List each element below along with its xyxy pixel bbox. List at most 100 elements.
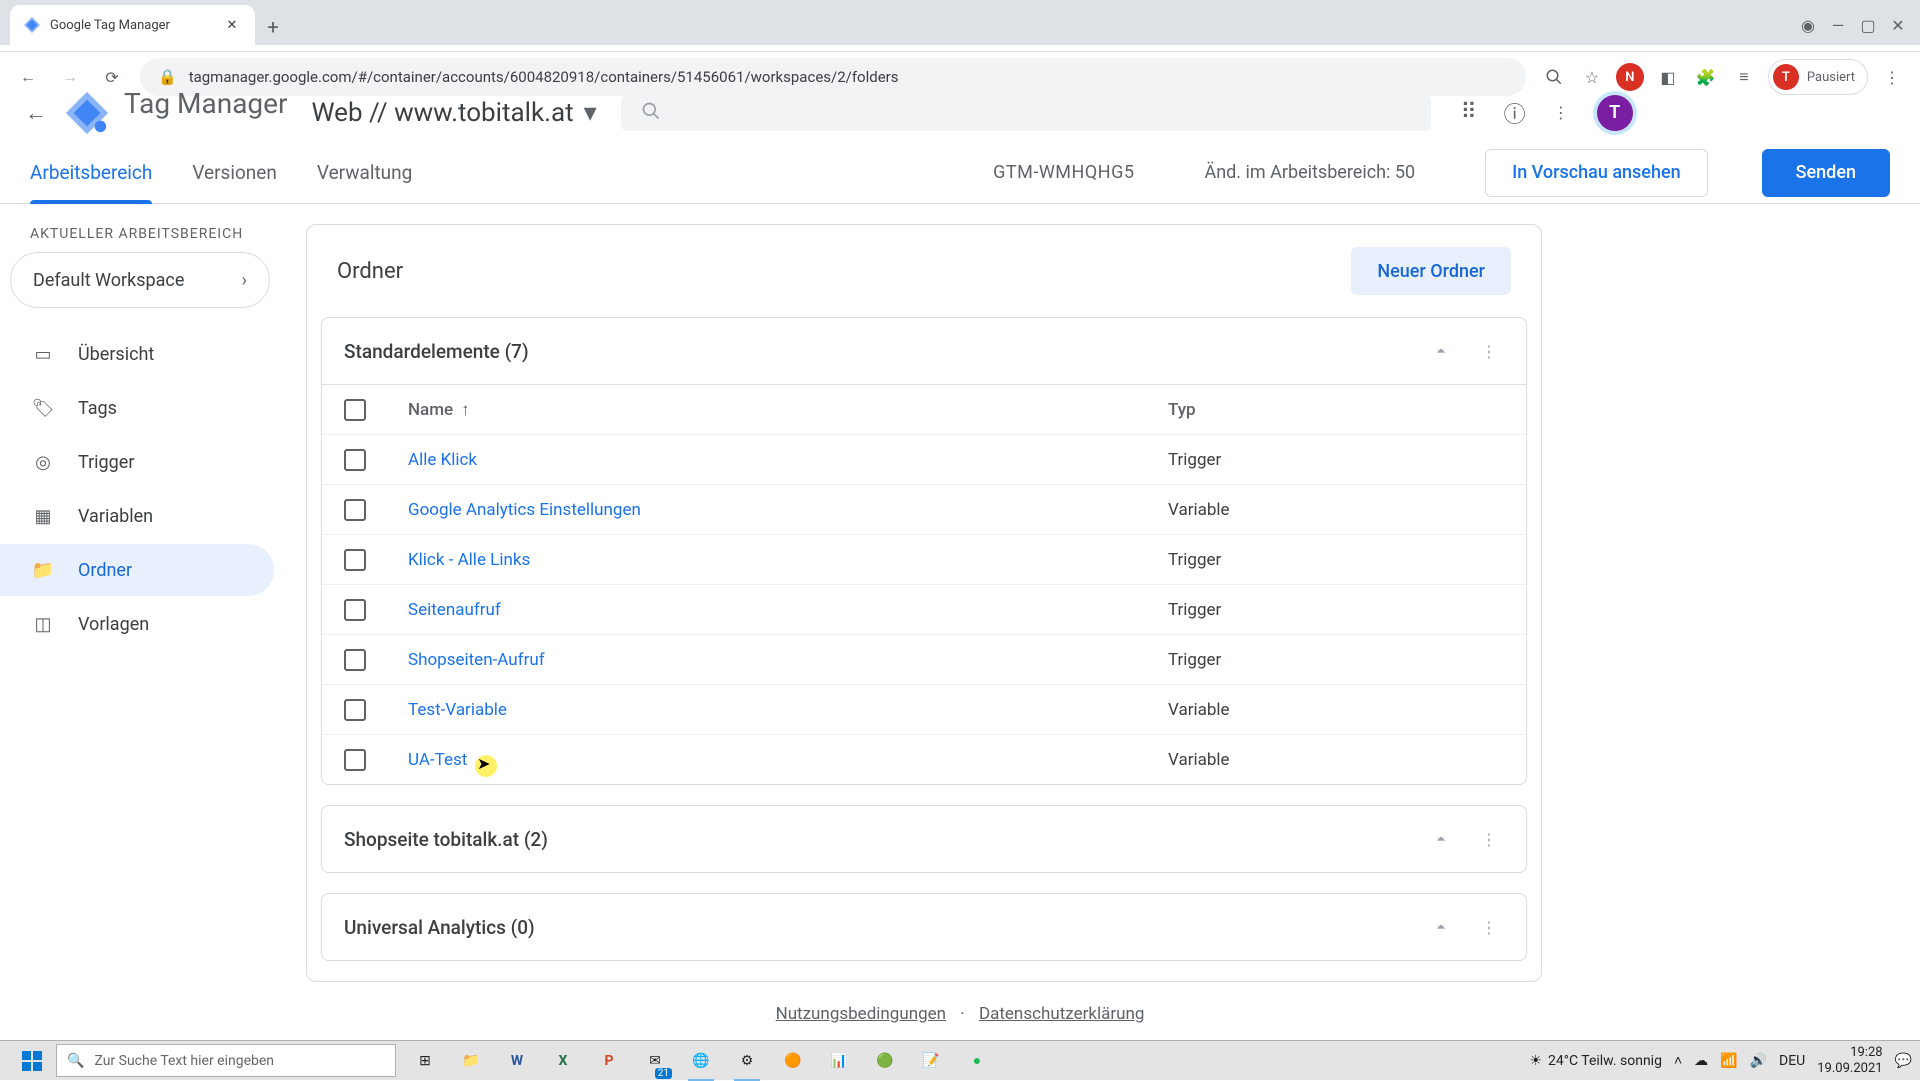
sidebar-item-tags[interactable]: 🏷 Tags: [0, 382, 274, 434]
tab-versions[interactable]: Versionen: [192, 142, 277, 204]
table-row[interactable]: Alle KlickTrigger: [322, 434, 1526, 484]
tab-admin[interactable]: Verwaltung: [317, 142, 412, 204]
folder-header[interactable]: Universal Analytics (0) ⋮: [322, 894, 1526, 960]
url-input[interactable]: 🔒 tagmanager.google.com/#/container/acco…: [140, 58, 1526, 96]
kebab-icon[interactable]: ⋮: [1474, 824, 1504, 854]
tab-workspace[interactable]: Arbeitsbereich: [30, 142, 152, 204]
collapse-icon[interactable]: [1426, 336, 1456, 366]
chrome-icon[interactable]: 🌐: [680, 1041, 722, 1081]
expand-icon[interactable]: [1426, 824, 1456, 854]
volume-icon[interactable]: 🔊: [1750, 1053, 1767, 1069]
expand-icon[interactable]: [1426, 912, 1456, 942]
send-button[interactable]: Senden: [1762, 149, 1890, 197]
clock[interactable]: 19:28 19.09.2021: [1817, 1045, 1882, 1076]
explorer-icon[interactable]: 📁: [450, 1041, 492, 1081]
table-row[interactable]: SeitenaufrufTrigger: [322, 584, 1526, 634]
network-icon[interactable]: 📶: [1720, 1053, 1737, 1069]
table-row[interactable]: Test-VariableVariable: [322, 684, 1526, 734]
back-arrow-icon[interactable]: ←: [22, 99, 50, 127]
app-icon[interactable]: 📊: [818, 1041, 860, 1081]
privacy-link[interactable]: Datenschutzerklärung: [979, 1004, 1144, 1024]
minimize-icon[interactable]: —: [1824, 11, 1852, 39]
start-button[interactable]: [8, 1041, 56, 1081]
notepad-icon[interactable]: 📝: [910, 1041, 952, 1081]
spotify-icon[interactable]: ●: [956, 1041, 998, 1081]
row-checkbox[interactable]: [344, 449, 366, 471]
folder-header[interactable]: Shopseite tobitalk.at (2) ⋮: [322, 806, 1526, 872]
row-name[interactable]: Test-Variable: [408, 700, 1168, 720]
star-icon[interactable]: ☆: [1578, 63, 1606, 91]
row-checkbox[interactable]: [344, 499, 366, 521]
close-window-icon[interactable]: ✕: [1884, 11, 1912, 39]
mail-icon[interactable]: ✉21: [634, 1041, 676, 1081]
kebab-icon[interactable]: ⋮: [1474, 336, 1504, 366]
notifications-icon[interactable]: ⋮: [1547, 99, 1575, 127]
onedrive-icon[interactable]: ☁: [1694, 1053, 1708, 1069]
brand[interactable]: ← Tag Manager: [22, 90, 288, 136]
reload-icon[interactable]: ⟳: [98, 63, 126, 91]
language-icon[interactable]: DEU: [1779, 1053, 1805, 1069]
app-icon[interactable]: 🟠: [772, 1041, 814, 1081]
row-name[interactable]: Shopseiten-Aufruf: [408, 650, 1168, 670]
workspace-search[interactable]: [621, 95, 1431, 131]
row-type: Trigger: [1168, 550, 1221, 570]
workspace-changes[interactable]: Änd. im Arbeitsbereich: 50: [1204, 162, 1415, 183]
help-icon[interactable]: ⓘ: [1501, 99, 1529, 127]
row-name[interactable]: UA-Test: [408, 750, 1168, 770]
sidebar-item-overview[interactable]: ▭ Übersicht: [0, 328, 274, 380]
terms-link[interactable]: Nutzungsbedingungen: [776, 1004, 947, 1024]
column-name[interactable]: Name ↑: [408, 400, 1168, 420]
search-icon[interactable]: [1540, 63, 1568, 91]
word-icon[interactable]: W: [496, 1041, 538, 1081]
table-row[interactable]: Shopseiten-AufrufTrigger: [322, 634, 1526, 684]
table-row[interactable]: Google Analytics EinstellungenVariable: [322, 484, 1526, 534]
extension-badge[interactable]: N: [1616, 63, 1644, 91]
reading-list-icon[interactable]: ≡: [1730, 63, 1758, 91]
container-selector[interactable]: Web // www.tobitalk.at ▾: [312, 98, 597, 128]
row-name[interactable]: Alle Klick: [408, 450, 1168, 470]
taskview-icon[interactable]: ⊞: [404, 1041, 446, 1081]
kebab-icon[interactable]: ⋮: [1878, 63, 1906, 91]
sidebar-item-variables[interactable]: ▦ Variablen: [0, 490, 274, 542]
select-all-checkbox[interactable]: [344, 399, 366, 421]
maximize-icon[interactable]: ▢: [1854, 11, 1882, 39]
tray-chevron-icon[interactable]: ˄: [1674, 1052, 1682, 1069]
browser-tab[interactable]: Google Tag Manager ✕: [10, 5, 255, 45]
back-icon[interactable]: ←: [14, 63, 42, 91]
person-icon[interactable]: ◉: [1794, 11, 1822, 39]
tab-close-icon[interactable]: ✕: [223, 16, 241, 34]
sidebar-item-trigger[interactable]: ◎ Trigger: [0, 436, 274, 488]
user-chip[interactable]: T Pausiert: [1768, 59, 1868, 95]
folder-header[interactable]: Standardelemente (7) ⋮: [322, 318, 1526, 384]
row-name[interactable]: Google Analytics Einstellungen: [408, 500, 1168, 520]
row-name[interactable]: Klick - Alle Links: [408, 550, 1168, 570]
extension-icon[interactable]: ◧: [1654, 63, 1682, 91]
gtm-id[interactable]: GTM-WMHQHG5: [993, 162, 1134, 183]
powerpoint-icon[interactable]: P: [588, 1041, 630, 1081]
notifications-icon[interactable]: 💬: [1895, 1053, 1912, 1069]
taskbar-search[interactable]: 🔍 Zur Suche Text hier eingeben: [56, 1044, 396, 1077]
row-checkbox[interactable]: [344, 549, 366, 571]
obs-icon[interactable]: ⚙: [726, 1041, 768, 1081]
new-tab-button[interactable]: +: [255, 9, 291, 45]
table-row[interactable]: Klick - Alle LinksTrigger: [322, 534, 1526, 584]
row-checkbox[interactable]: [344, 649, 366, 671]
table-row[interactable]: UA-TestVariable: [322, 734, 1526, 784]
weather-widget[interactable]: ☀ 24°C Teilw. sonnig: [1529, 1053, 1662, 1069]
row-checkbox[interactable]: [344, 599, 366, 621]
kebab-icon[interactable]: ⋮: [1474, 912, 1504, 942]
sidebar-item-templates[interactable]: ◫ Vorlagen: [0, 598, 274, 650]
preview-button[interactable]: In Vorschau ansehen: [1485, 149, 1708, 197]
edge-icon[interactable]: 🟢: [864, 1041, 906, 1081]
workspace-selector[interactable]: Default Workspace ›: [10, 252, 270, 308]
apps-icon[interactable]: ⠿: [1455, 99, 1483, 127]
row-name[interactable]: Seitenaufruf: [408, 600, 1168, 620]
sidebar-item-folders[interactable]: 📁 Ordner: [0, 544, 274, 596]
row-checkbox[interactable]: [344, 749, 366, 771]
excel-icon[interactable]: X: [542, 1041, 584, 1081]
column-type[interactable]: Typ: [1168, 400, 1196, 420]
row-checkbox[interactable]: [344, 699, 366, 721]
new-folder-button[interactable]: Neuer Ordner: [1351, 247, 1511, 295]
account-avatar[interactable]: T: [1593, 91, 1637, 135]
puzzle-icon[interactable]: 🧩: [1692, 63, 1720, 91]
